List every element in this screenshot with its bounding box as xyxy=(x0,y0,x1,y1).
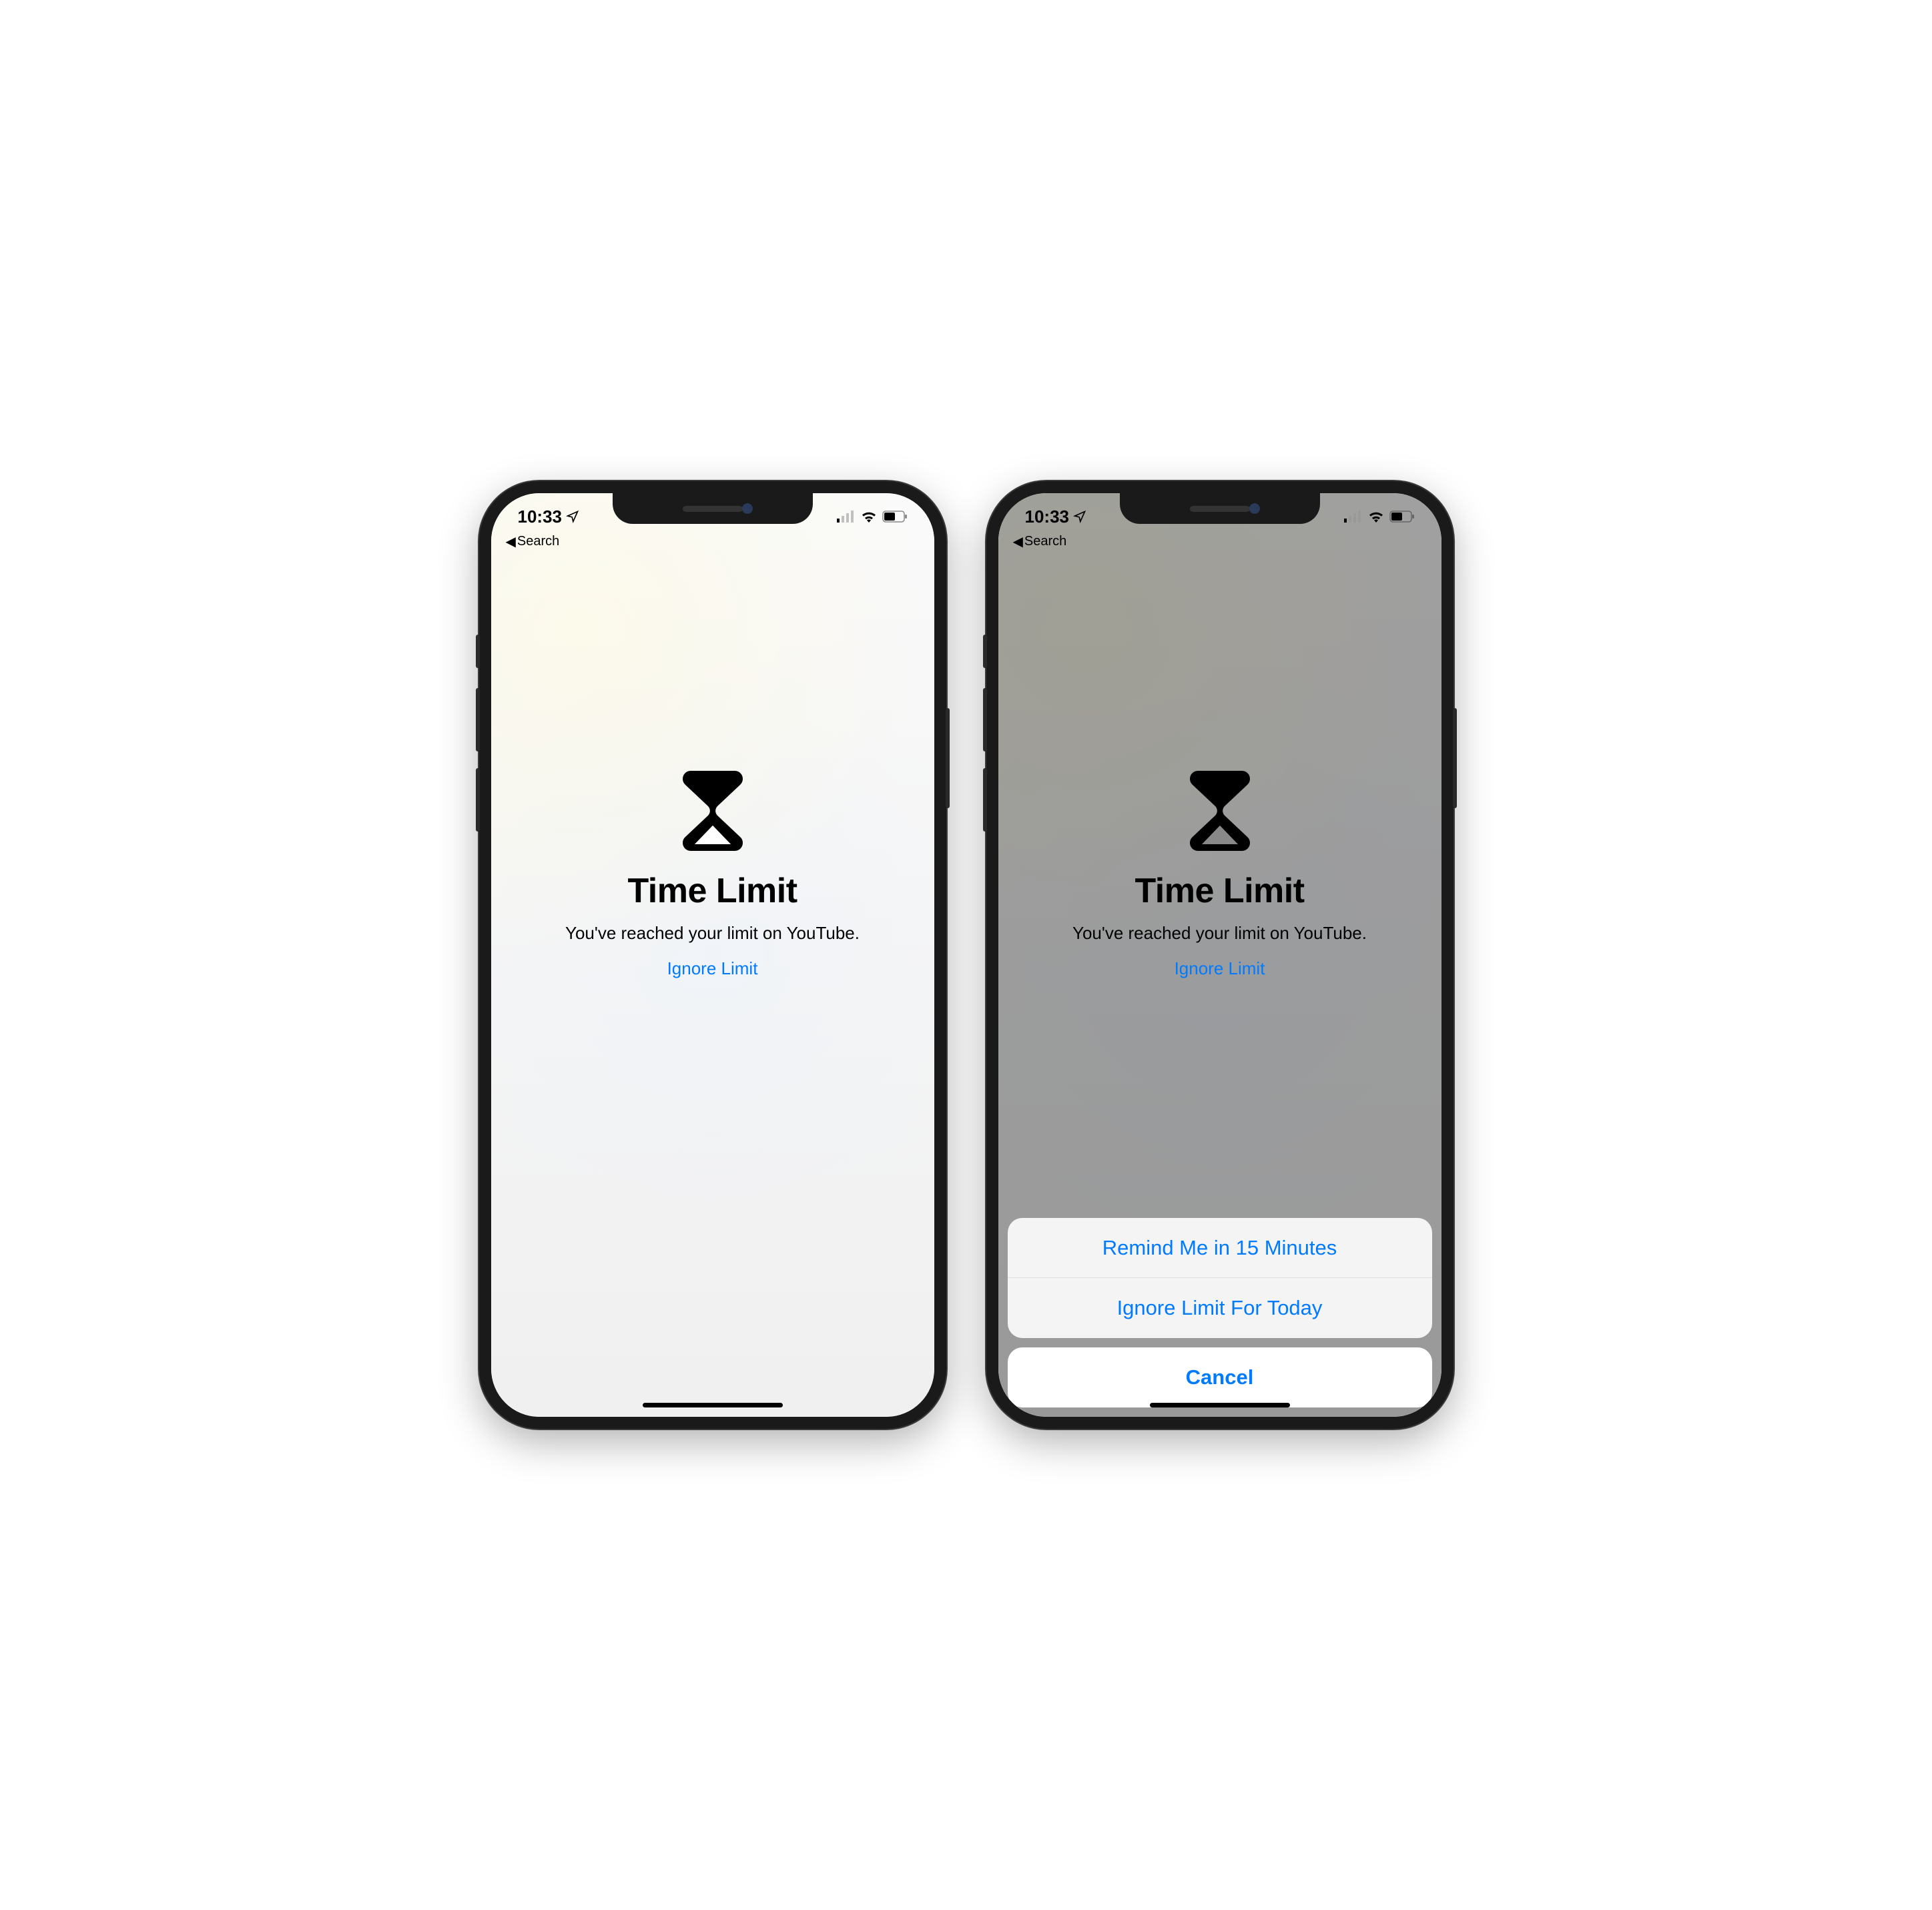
wifi-icon xyxy=(861,511,877,523)
mute-switch[interactable] xyxy=(476,635,480,668)
speaker xyxy=(1190,506,1250,512)
home-indicator[interactable] xyxy=(643,1403,783,1407)
page-subtitle: You've reached your limit on YouTube. xyxy=(565,923,860,944)
front-camera xyxy=(1249,503,1260,514)
phone-frame-right: 10:33 ◀ xyxy=(986,481,1454,1429)
speaker xyxy=(683,506,743,512)
battery-icon xyxy=(882,511,908,523)
cancel-button[interactable]: Cancel xyxy=(1008,1347,1432,1407)
back-nav[interactable]: ◀ Search xyxy=(998,532,1441,555)
wifi-icon xyxy=(1368,511,1384,523)
phone-screen-right: 10:33 ◀ xyxy=(998,493,1441,1417)
back-label: Search xyxy=(517,534,559,549)
power-button[interactable] xyxy=(946,708,950,808)
status-time: 10:33 xyxy=(1025,507,1070,527)
page-title: Time Limit xyxy=(627,871,797,911)
location-icon xyxy=(566,510,579,523)
main-content: Time Limit You've reached your limit on … xyxy=(998,493,1441,1337)
notch xyxy=(613,493,813,524)
home-indicator[interactable] xyxy=(1150,1403,1290,1407)
volume-up-button[interactable] xyxy=(983,688,987,751)
location-icon xyxy=(1073,510,1086,523)
back-nav[interactable]: ◀ Search xyxy=(491,532,934,555)
notch xyxy=(1120,493,1320,524)
volume-up-button[interactable] xyxy=(476,688,480,751)
page-title: Time Limit xyxy=(1135,871,1304,911)
ignore-limit-button[interactable]: Ignore Limit xyxy=(667,958,758,979)
action-sheet-options: Remind Me in 15 Minutes Ignore Limit For… xyxy=(1008,1218,1432,1338)
page-subtitle: You've reached your limit on YouTube. xyxy=(1072,923,1367,944)
cellular-icon xyxy=(1344,511,1363,523)
ignore-limit-button[interactable]: Ignore Limit xyxy=(1175,958,1265,979)
phone-screen-left: 10:33 ◀ xyxy=(491,493,934,1417)
action-sheet: Remind Me in 15 Minutes Ignore Limit For… xyxy=(1008,1218,1432,1407)
remind-15-min-button[interactable]: Remind Me in 15 Minutes xyxy=(1008,1218,1432,1278)
back-caret-icon: ◀ xyxy=(506,533,516,550)
hourglass-icon xyxy=(1190,771,1250,851)
hourglass-icon xyxy=(683,771,743,851)
back-caret-icon: ◀ xyxy=(1013,533,1023,550)
back-label: Search xyxy=(1024,534,1066,549)
mute-switch[interactable] xyxy=(983,635,987,668)
power-button[interactable] xyxy=(1453,708,1457,808)
ignore-today-button[interactable]: Ignore Limit For Today xyxy=(1008,1278,1432,1338)
status-time: 10:33 xyxy=(518,507,563,527)
volume-down-button[interactable] xyxy=(983,768,987,832)
battery-icon xyxy=(1389,511,1415,523)
phone-frame-left: 10:33 ◀ xyxy=(479,481,946,1429)
volume-down-button[interactable] xyxy=(476,768,480,832)
main-content: Time Limit You've reached your limit on … xyxy=(491,493,934,1337)
cellular-icon xyxy=(837,511,856,523)
front-camera xyxy=(742,503,753,514)
